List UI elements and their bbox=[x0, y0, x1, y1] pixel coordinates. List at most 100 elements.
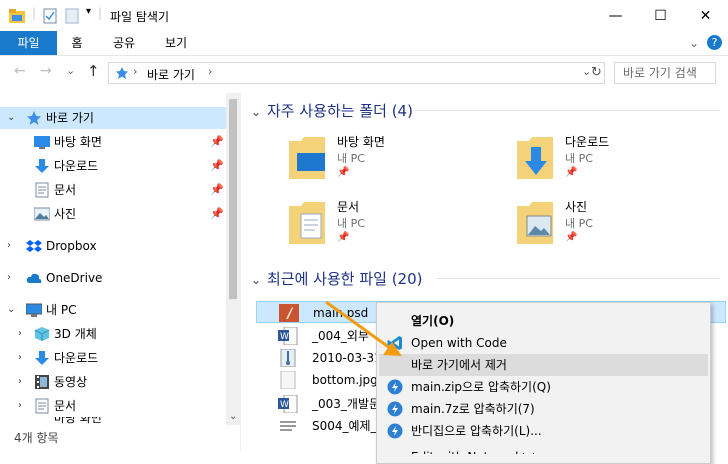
group-header-recent-files[interactable]: ⌄ 최근에 사용한 파일 (20) bbox=[251, 268, 423, 289]
nav-item-desktop[interactable]: 바탕 화면 📌 bbox=[0, 131, 226, 153]
refresh-button[interactable]: ↻ bbox=[591, 65, 602, 80]
tab-view[interactable]: 보기 bbox=[156, 31, 196, 55]
chevron-right-icon[interactable]: › bbox=[7, 235, 11, 257]
image-file-icon bbox=[280, 371, 296, 389]
star-icon bbox=[116, 67, 128, 79]
pin-icon: 📌 bbox=[337, 167, 350, 178]
search-input[interactable]: 바로 가기 검색 bbox=[614, 62, 716, 84]
address-bar[interactable]: › 바로 가기 › ⌄ bbox=[108, 62, 605, 84]
ribbon-tabs: 파일 홈 공유 보기 ⌄ ? bbox=[0, 31, 728, 56]
tab-file[interactable]: 파일 bbox=[0, 31, 57, 55]
nav-item-quick-access[interactable]: ⌄ 바로 가기 bbox=[0, 107, 226, 129]
documents-folder-icon bbox=[35, 182, 49, 198]
chevron-right-icon[interactable]: › bbox=[7, 267, 11, 289]
chevron-right-icon[interactable]: › bbox=[18, 395, 22, 417]
path-segment-quick-access[interactable]: 바로 가기 bbox=[147, 66, 195, 83]
nav-item-3d-objects[interactable]: › 3D 개체 bbox=[0, 323, 226, 345]
navigation-pane: ⌄ 바로 가기 바탕 화면 📌 다운로드 📌 문서 📌 사진 📌 › Dropb… bbox=[0, 93, 240, 425]
menu-item-open[interactable]: 열기(O) bbox=[379, 310, 708, 332]
chevron-down-icon[interactable]: ⌄ bbox=[251, 105, 267, 119]
star-icon bbox=[27, 111, 41, 125]
download-folder-icon bbox=[35, 159, 49, 173]
chevron-down-icon[interactable]: ⌄ bbox=[7, 107, 15, 129]
nav-item-videos[interactable]: › 동영상 bbox=[0, 371, 226, 393]
3d-objects-icon bbox=[34, 327, 50, 341]
menu-item-open-with-code[interactable]: Open with Code bbox=[379, 332, 708, 354]
file-explorer-icon[interactable] bbox=[8, 8, 26, 24]
text-file-icon bbox=[280, 421, 296, 431]
chevron-down-icon[interactable]: ⌄ bbox=[251, 273, 267, 287]
nav-item-pc-downloads[interactable]: › 다운로드 bbox=[0, 347, 226, 369]
bandizip-icon bbox=[387, 401, 403, 417]
svg-text:W: W bbox=[280, 332, 289, 342]
pin-icon: 📌 bbox=[337, 232, 350, 243]
ribbon-collapse-button[interactable]: ⌄ bbox=[684, 31, 704, 55]
tile-downloads[interactable]: 다운로드 내 PC 📌 bbox=[515, 133, 728, 193]
maximize-button[interactable]: ☐ bbox=[638, 0, 683, 31]
tile-documents[interactable]: 문서 내 PC 📌 bbox=[287, 198, 507, 258]
tab-home[interactable]: 홈 bbox=[62, 31, 92, 55]
menu-item-compress-zip[interactable]: main.zip으로 압축하기(Q) bbox=[379, 376, 708, 398]
chevron-right-icon[interactable]: › bbox=[18, 371, 22, 393]
group-header-frequent-folders[interactable]: ⌄ 자주 사용하는 폴더 (4) bbox=[251, 100, 413, 121]
nav-item-pictures[interactable]: 사진 📌 bbox=[0, 203, 226, 225]
nav-item-dropbox[interactable]: › Dropbox bbox=[0, 235, 226, 257]
nav-item-this-pc[interactable]: ⌄ 내 PC bbox=[0, 299, 226, 321]
group-divider bbox=[437, 278, 720, 279]
pin-icon: 📌 bbox=[210, 159, 224, 172]
nav-item-pc-desktop[interactable]: 바탕 화면 bbox=[0, 417, 226, 425]
status-bar-item-count: 4개 항목 bbox=[14, 431, 59, 445]
word-document-icon: W bbox=[278, 327, 298, 345]
context-menu: 열기(O) Open with Code 바로 가기에서 제거 main.zip… bbox=[376, 302, 711, 464]
window-title: 파일 탐색기 bbox=[110, 10, 170, 24]
chevron-down-icon[interactable]: ⌄ bbox=[7, 299, 15, 321]
nav-item-onedrive[interactable]: › OneDrive bbox=[0, 267, 226, 289]
up-button[interactable]: ↑ bbox=[87, 62, 100, 80]
computer-icon bbox=[26, 303, 42, 317]
nav-item-documents[interactable]: 문서 📌 bbox=[0, 179, 226, 201]
documents-folder-icon bbox=[35, 398, 49, 414]
vscode-icon bbox=[387, 336, 402, 350]
address-row: ← → ⌄ ↑ › 바로 가기 › ⌄ ↻ 바로 가기 검색 bbox=[0, 55, 728, 93]
word-document-icon: W bbox=[278, 395, 298, 413]
customize-toolbar-icon[interactable]: ▾ bbox=[86, 6, 91, 17]
download-folder-icon bbox=[517, 137, 553, 179]
menu-item-remove-from-quick-access[interactable]: 바로 가기에서 제거 bbox=[379, 354, 708, 376]
nav-scrollbar-thumb[interactable] bbox=[229, 99, 237, 299]
desktop-folder-icon bbox=[34, 136, 50, 149]
forward-button[interactable]: → bbox=[40, 63, 52, 79]
menu-item-compress-bandizip[interactable]: 반디집으로 압축하기(L)... bbox=[379, 420, 708, 442]
documents-folder-icon bbox=[289, 202, 325, 244]
dropbox-icon bbox=[26, 240, 42, 252]
back-button[interactable]: ← bbox=[14, 63, 26, 79]
chevron-right-icon[interactable]: › bbox=[18, 347, 22, 369]
bandizip-icon bbox=[387, 423, 403, 439]
minimize-button[interactable]: — bbox=[593, 0, 638, 31]
pin-icon: 📌 bbox=[210, 135, 224, 148]
scroll-down-arrow-icon[interactable]: ⌄ bbox=[229, 411, 237, 422]
close-button[interactable]: ✕ bbox=[683, 0, 728, 31]
menu-item-compress-7z[interactable]: main.7z로 압축하기(7) bbox=[379, 398, 708, 420]
path-separator: › bbox=[133, 65, 138, 78]
address-dropdown-button[interactable]: ⌄ bbox=[582, 65, 591, 78]
nav-item-pc-documents[interactable]: › 문서 bbox=[0, 395, 226, 417]
desktop-folder-icon bbox=[289, 137, 325, 179]
new-folder-icon[interactable] bbox=[64, 8, 80, 24]
recent-locations-button[interactable]: ⌄ bbox=[66, 64, 75, 77]
pin-icon: 📌 bbox=[565, 232, 578, 243]
nav-item-downloads[interactable]: 다운로드 📌 bbox=[0, 155, 226, 177]
tile-pictures[interactable]: 사진 내 PC 📌 bbox=[515, 198, 728, 258]
tab-share[interactable]: 공유 bbox=[104, 31, 144, 55]
pictures-folder-icon bbox=[34, 207, 50, 221]
properties-icon[interactable] bbox=[42, 8, 58, 24]
photoshop-file-icon bbox=[279, 304, 299, 322]
cloud-icon bbox=[26, 273, 42, 283]
menu-item-edit-notepadpp[interactable]: Edit with Notepad++ bbox=[379, 442, 708, 454]
chevron-right-icon[interactable]: › bbox=[18, 323, 22, 345]
download-folder-icon bbox=[35, 351, 49, 365]
svg-text:W: W bbox=[280, 400, 289, 410]
help-button[interactable]: ? bbox=[707, 35, 722, 50]
pin-icon: 📌 bbox=[210, 207, 224, 220]
title-bar: | ▾ | 파일 탐색기 — ☐ ✕ bbox=[0, 0, 728, 31]
tile-desktop[interactable]: 바탕 화면 내 PC 📌 bbox=[287, 133, 507, 193]
